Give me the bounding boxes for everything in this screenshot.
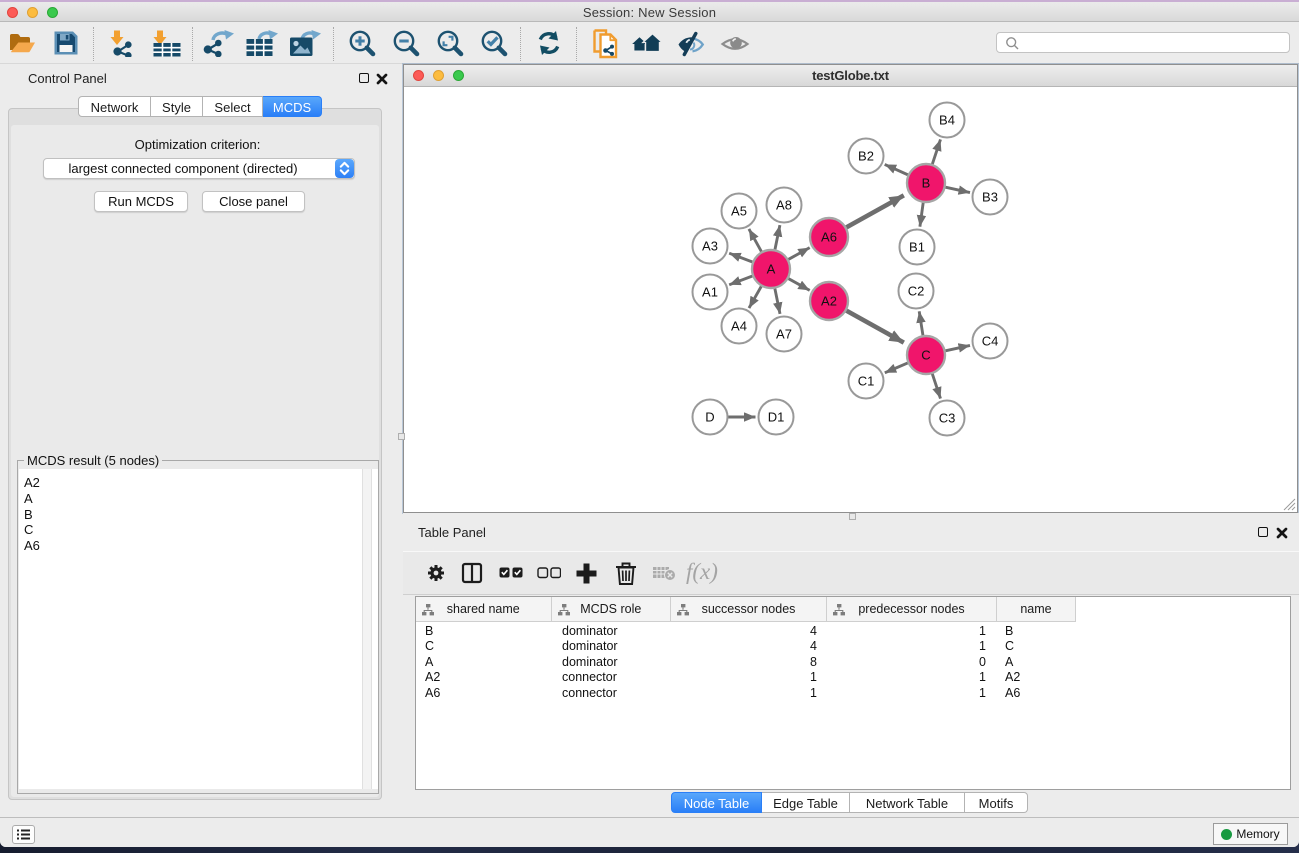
- svg-text:A5: A5: [731, 204, 747, 219]
- svg-text:C2: C2: [908, 284, 925, 299]
- svg-text:D: D: [705, 410, 714, 425]
- svg-text:A7: A7: [776, 327, 792, 342]
- svg-text:A4: A4: [731, 319, 747, 334]
- svg-text:B3: B3: [982, 190, 998, 205]
- svg-text:A2: A2: [821, 294, 837, 309]
- svg-text:B4: B4: [939, 113, 955, 128]
- svg-text:A3: A3: [702, 239, 718, 254]
- svg-text:B2: B2: [858, 149, 874, 164]
- svg-text:A1: A1: [702, 285, 718, 300]
- svg-text:C: C: [921, 348, 930, 363]
- svg-text:C1: C1: [858, 374, 875, 389]
- svg-text:C4: C4: [982, 334, 999, 349]
- svg-text:A6: A6: [821, 230, 837, 245]
- svg-text:D1: D1: [768, 410, 785, 425]
- svg-text:A8: A8: [776, 198, 792, 213]
- svg-text:B: B: [922, 176, 931, 191]
- svg-text:C3: C3: [939, 411, 956, 426]
- svg-text:A: A: [767, 262, 776, 277]
- svg-text:B1: B1: [909, 240, 925, 255]
